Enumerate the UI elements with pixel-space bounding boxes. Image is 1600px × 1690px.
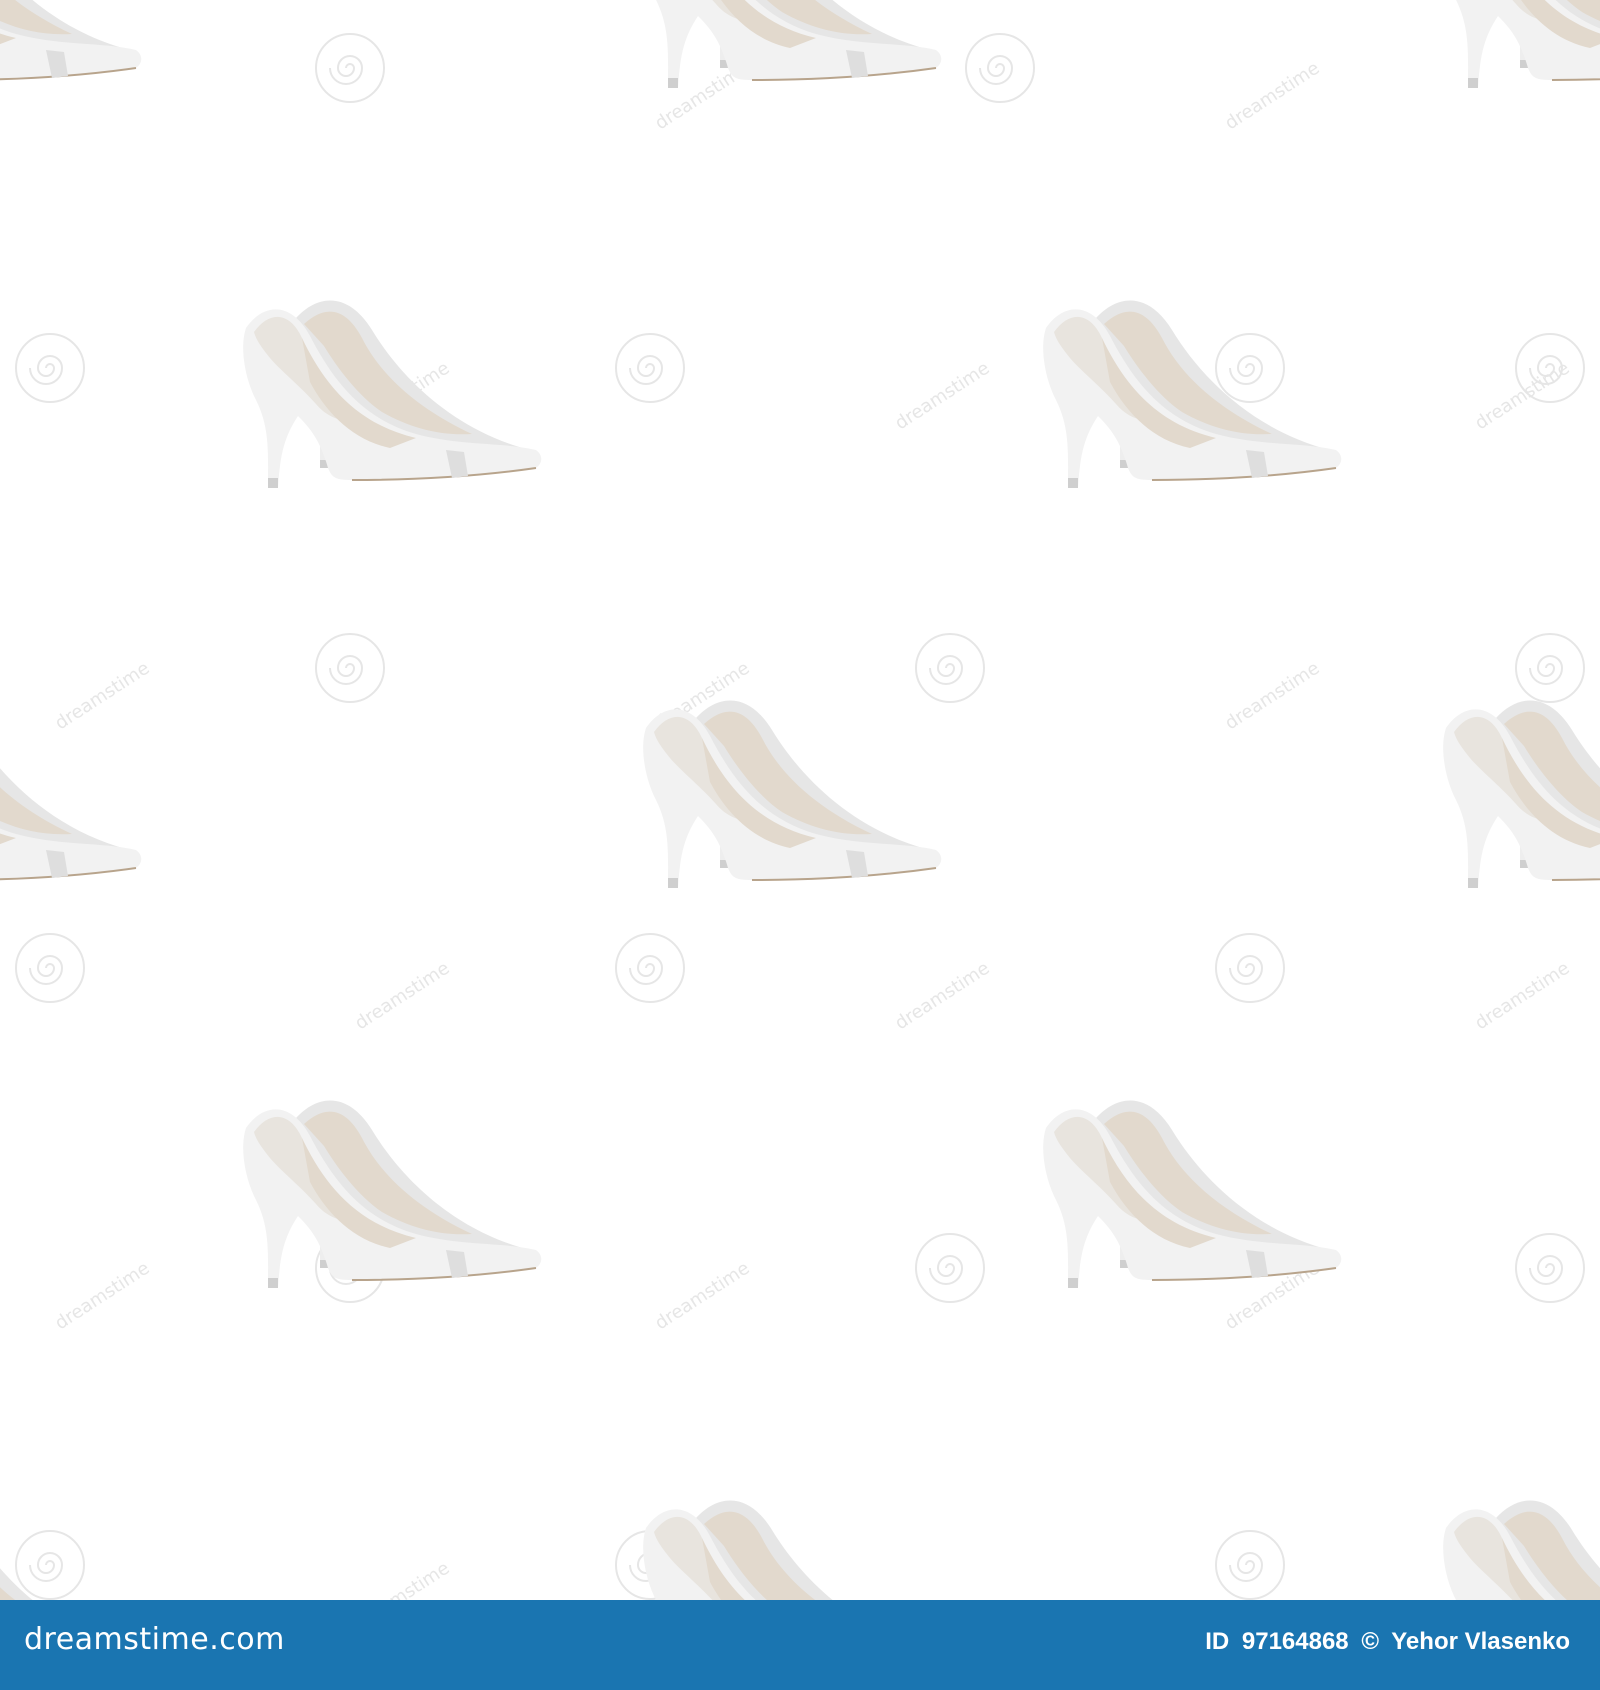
shoe-pair-tile bbox=[1042, 299, 1343, 489]
id-value: 97164868 bbox=[1241, 1628, 1349, 1655]
watermark-text: dreamstime bbox=[351, 958, 453, 1035]
watermark-swirl bbox=[315, 33, 385, 103]
watermark-text: dreamstime bbox=[1471, 958, 1573, 1035]
shoe-pattern: dreamstime dreamstime dreamstime dreamstime… bbox=[0, 0, 1600, 1600]
shoe-pair-tile bbox=[1442, 1499, 1600, 1600]
watermark-text: dreamstime bbox=[1221, 58, 1323, 135]
watermark-text: dreamstime bbox=[891, 958, 993, 1035]
id-label: ID bbox=[1205, 1628, 1230, 1655]
watermark-text: dreamstime bbox=[891, 358, 993, 435]
watermark-swirl bbox=[915, 1233, 985, 1303]
watermark-swirl bbox=[915, 633, 985, 703]
copyright-symbol: © bbox=[1361, 1628, 1380, 1655]
shoe-pair-tile bbox=[1042, 1099, 1343, 1289]
shoe-layer bbox=[0, 0, 1600, 1600]
watermark-text: dreamstime bbox=[651, 1258, 753, 1335]
stock-footer-bar: dreamstime.com ID 97164868 © Yehor Vlase… bbox=[0, 1600, 1600, 1690]
watermark-swirl bbox=[15, 933, 85, 1003]
pattern-canvas: dreamstime dreamstime dreamstime dreamstime… bbox=[0, 0, 1600, 1600]
watermark-swirl bbox=[1215, 1530, 1285, 1600]
watermark-swirl bbox=[315, 633, 385, 703]
shoe-pair-tile bbox=[242, 1099, 543, 1289]
watermark-text: dreamstime bbox=[51, 658, 153, 735]
watermark-text: dreamstime bbox=[1221, 658, 1323, 735]
shoe-pair-tile bbox=[1442, 699, 1600, 889]
shoe-pair-tile bbox=[642, 0, 943, 89]
shoe-pair-tile bbox=[0, 1499, 143, 1600]
watermark-swirl bbox=[1515, 1233, 1585, 1303]
watermark-text: dreamstime bbox=[51, 1258, 153, 1335]
brand-logo-text: dreamstime.com bbox=[24, 1622, 285, 1657]
watermark-text: dreamstime bbox=[1471, 358, 1573, 435]
shoe-pair-tile bbox=[1442, 0, 1600, 89]
watermark-swirl bbox=[1215, 933, 1285, 1003]
shoe-pair-tile bbox=[0, 0, 143, 89]
watermark-text: dreamstime bbox=[351, 1558, 453, 1600]
watermark-swirl bbox=[15, 333, 85, 403]
watermark-swirl bbox=[965, 33, 1035, 103]
shoe-pair-tile bbox=[642, 699, 943, 889]
shoe-pair-tile bbox=[642, 1499, 943, 1600]
image-credit: ID 97164868 © Yehor Vlasenko bbox=[1205, 1628, 1576, 1656]
watermark-swirl bbox=[615, 333, 685, 403]
shoe-pair-tile bbox=[242, 299, 543, 489]
watermark-swirl bbox=[615, 933, 685, 1003]
author-name: Yehor Vlasenko bbox=[1391, 1628, 1570, 1655]
watermark-swirl bbox=[15, 1530, 85, 1600]
watermark-swirl bbox=[1215, 333, 1285, 403]
watermark-swirl bbox=[1515, 633, 1585, 703]
